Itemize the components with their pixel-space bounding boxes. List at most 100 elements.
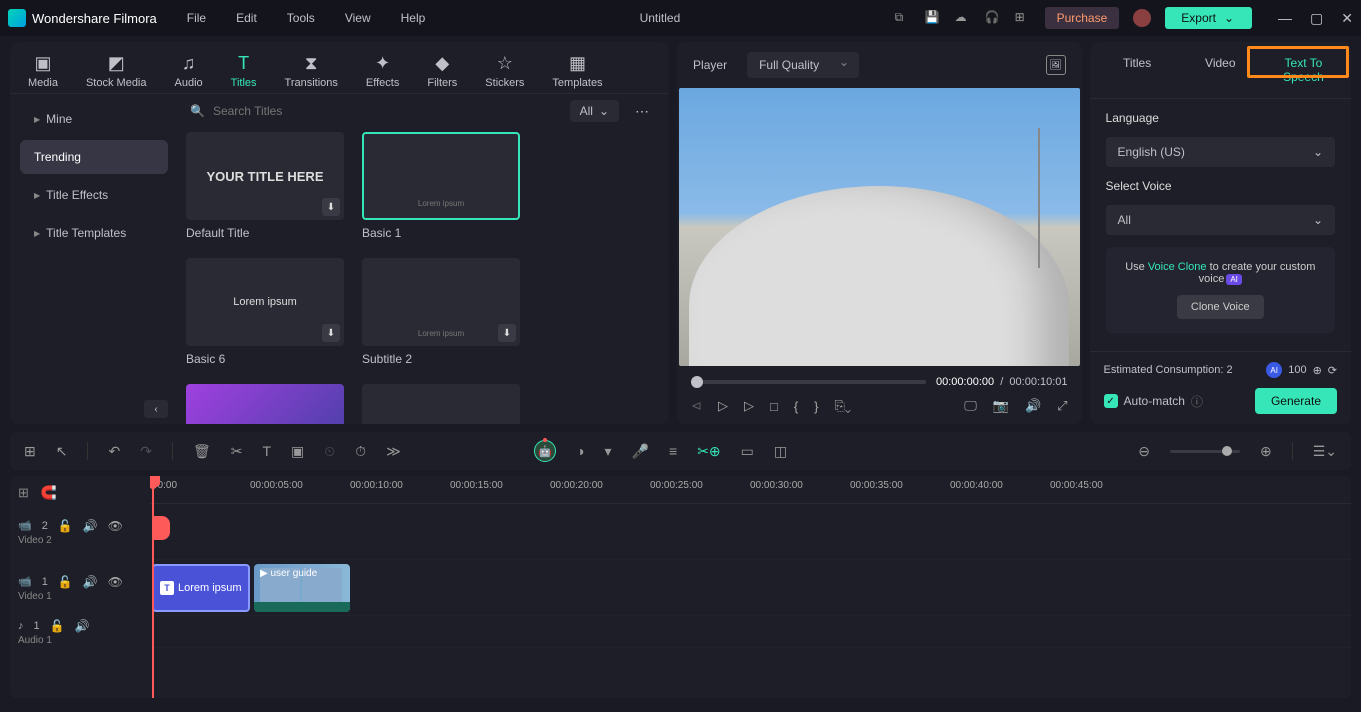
- zoom-in-button[interactable]: ⊕: [1260, 443, 1272, 460]
- headphones-icon[interactable]: 🎧: [985, 10, 1001, 26]
- mute-icon[interactable]: 🔊: [83, 519, 98, 533]
- menu-help[interactable]: Help: [401, 11, 426, 25]
- display-icon[interactable]: 🖵: [964, 398, 977, 414]
- maximize-button[interactable]: ▢: [1310, 10, 1323, 27]
- snapshot-mode-icon[interactable]: 🖼: [1046, 55, 1066, 75]
- title-thumb[interactable]: YOUR TITLE HERE⬇ Default Title: [186, 132, 344, 240]
- camera-icon[interactable]: 📷: [993, 398, 1009, 414]
- marker-button[interactable]: ▾: [605, 443, 612, 460]
- speed-button[interactable]: ⏲: [324, 443, 335, 460]
- tab-stock[interactable]: ◩Stock Media: [86, 52, 147, 89]
- scrub-bar[interactable]: [691, 380, 926, 384]
- add-track-button[interactable]: ⊞: [18, 485, 29, 501]
- menu-edit[interactable]: Edit: [236, 11, 257, 25]
- title-thumb[interactable]: [362, 384, 520, 424]
- refresh-icon[interactable]: ⟳: [1328, 364, 1337, 377]
- title-clip[interactable]: TLorem ipsum: [152, 564, 250, 612]
- user-avatar[interactable]: [1133, 9, 1151, 27]
- search-input[interactable]: [213, 104, 556, 118]
- sidebar-item-title-effects[interactable]: ▶Title Effects: [20, 178, 168, 212]
- purchase-button[interactable]: Purchase: [1045, 7, 1120, 29]
- grid-icon[interactable]: ⊞: [24, 443, 36, 460]
- player-viewport[interactable]: [679, 88, 1080, 366]
- mark-in-button[interactable]: {: [794, 399, 798, 414]
- clip-tool-button[interactable]: ⎘⌄: [835, 398, 852, 414]
- volume-icon[interactable]: 🔊: [1025, 398, 1041, 414]
- mixer-button[interactable]: ≡: [669, 443, 677, 459]
- more-options[interactable]: ⋯: [629, 103, 655, 120]
- tab-media[interactable]: ▣Media: [28, 52, 58, 89]
- menu-file[interactable]: File: [187, 11, 206, 25]
- language-select[interactable]: English (US)⌄: [1106, 137, 1335, 167]
- sidebar-collapse-button[interactable]: ‹: [144, 400, 168, 418]
- eye-icon[interactable]: 👁: [108, 575, 123, 589]
- save-icon[interactable]: 💾: [925, 10, 941, 26]
- eye-icon[interactable]: 👁: [108, 519, 123, 533]
- clip-marker[interactable]: [152, 516, 170, 540]
- minimize-button[interactable]: —: [1278, 10, 1292, 27]
- tab-filters[interactable]: ◆Filters: [427, 52, 457, 89]
- rtab-video[interactable]: Video: [1179, 42, 1262, 98]
- screen-icon[interactable]: ⧉: [895, 10, 911, 26]
- playhead[interactable]: [152, 476, 154, 698]
- timer-button[interactable]: ⏱: [355, 443, 366, 460]
- color-button[interactable]: ◑: [576, 443, 584, 459]
- fullscreen-icon[interactable]: ⤢: [1057, 398, 1067, 414]
- sidebar-item-trending[interactable]: Trending: [20, 140, 168, 174]
- automatch-checkbox[interactable]: ✓Auto-matchⓘ: [1104, 393, 1203, 410]
- stop-button[interactable]: □: [770, 399, 778, 414]
- track-v1[interactable]: TLorem ipsum ▶ user guide: [150, 560, 1351, 616]
- search-box[interactable]: 🔍: [186, 100, 560, 122]
- render-button[interactable]: ▭: [741, 443, 754, 460]
- track-a1[interactable]: [150, 616, 1351, 648]
- zoom-slider[interactable]: [1170, 450, 1240, 453]
- link-button[interactable]: ✂⊕: [697, 443, 720, 460]
- cut-button[interactable]: ✂: [231, 443, 243, 460]
- export-button[interactable]: Export⌄: [1165, 7, 1252, 29]
- cloud-icon[interactable]: ☁: [955, 10, 971, 26]
- close-button[interactable]: ✕: [1341, 10, 1353, 27]
- tab-audio[interactable]: ♫Audio: [175, 52, 203, 89]
- mute-icon[interactable]: 🔊: [83, 575, 98, 589]
- mute-icon[interactable]: 🔊: [75, 619, 90, 633]
- delete-button[interactable]: 🗑: [193, 443, 211, 460]
- quality-dropdown[interactable]: Full Quality: [747, 52, 859, 78]
- title-thumb[interactable]: Lorem ipsum⬇ Subtitle 2: [362, 258, 520, 366]
- apps-icon[interactable]: ⊞: [1015, 10, 1031, 26]
- timeline-ruler[interactable]: 00:00 00:00:05:00 00:00:10:00 00:00:15:0…: [150, 476, 1351, 504]
- add-credits-button[interactable]: ⊕: [1313, 364, 1322, 377]
- lock-icon[interactable]: 🔓: [58, 519, 73, 533]
- rtab-titles[interactable]: Titles: [1096, 42, 1179, 98]
- lock-icon[interactable]: 🔓: [58, 575, 73, 589]
- pointer-icon[interactable]: ↖: [56, 443, 68, 460]
- redo-button[interactable]: ↷: [140, 443, 152, 460]
- mic-button[interactable]: 🎤: [632, 443, 649, 460]
- voice-filter-select[interactable]: All⌄: [1106, 205, 1335, 235]
- tab-stickers[interactable]: ☆Stickers: [485, 52, 524, 89]
- undo-button[interactable]: ↶: [108, 443, 120, 460]
- mark-out-button[interactable]: }: [814, 399, 818, 414]
- video-clip[interactable]: ▶ user guide: [254, 564, 350, 612]
- play-forward-button[interactable]: ▷: [718, 398, 728, 414]
- info-icon[interactable]: ⓘ: [1191, 393, 1203, 410]
- crop-button[interactable]: ▣: [291, 443, 304, 460]
- text-button[interactable]: T: [262, 443, 271, 459]
- clone-voice-button[interactable]: Clone Voice: [1177, 295, 1264, 319]
- tab-titles[interactable]: TTitles: [231, 52, 257, 89]
- tab-effects[interactable]: ✦Effects: [366, 52, 399, 89]
- zoom-out-button[interactable]: ⊖: [1138, 443, 1150, 460]
- sidebar-item-title-templates[interactable]: ▶Title Templates: [20, 216, 168, 250]
- menu-tools[interactable]: Tools: [287, 11, 315, 25]
- track-v2[interactable]: [150, 504, 1351, 560]
- ai-button[interactable]: 🤖: [534, 440, 556, 462]
- generate-button[interactable]: Generate: [1255, 388, 1337, 414]
- download-icon[interactable]: ⬇: [322, 198, 340, 216]
- download-icon[interactable]: ⬇: [498, 324, 516, 342]
- title-thumb[interactable]: Lorem ipsum Basic 1: [362, 132, 520, 240]
- rtab-tts[interactable]: Text To Speech: [1262, 42, 1345, 98]
- sidebar-item-mine[interactable]: ▶Mine: [20, 102, 168, 136]
- magnet-button[interactable]: 🧲: [41, 485, 57, 501]
- prev-frame-button[interactable]: ⊲: [691, 398, 702, 414]
- title-thumb[interactable]: [186, 384, 344, 424]
- tab-transitions[interactable]: ⧗Transitions: [285, 52, 338, 89]
